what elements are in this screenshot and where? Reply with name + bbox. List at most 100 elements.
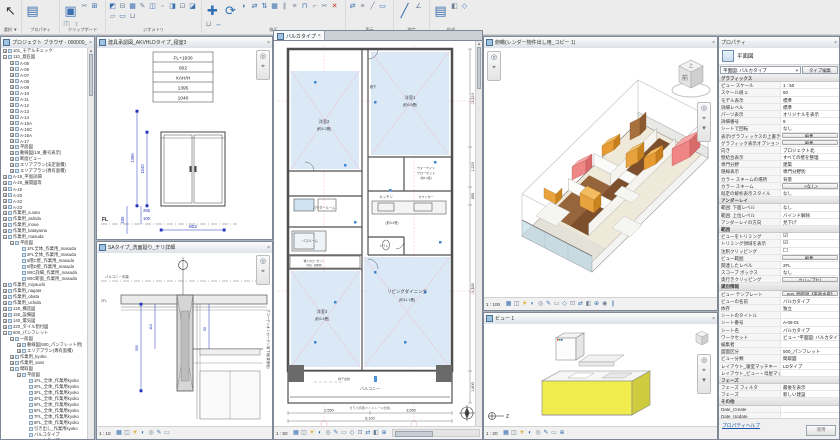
- viewbar-icon[interactable]: ✎: [545, 299, 552, 310]
- tree-expand-icon[interactable]: +: [10, 85, 14, 89]
- close-icon[interactable]: ×: [834, 38, 837, 48]
- tree-expand-icon[interactable]: +: [10, 355, 14, 359]
- split-icon[interactable]: ⌐: [310, 2, 319, 11]
- tree-expand-icon[interactable]: +: [3, 283, 7, 287]
- zoom-icon[interactable]: ⌖: [261, 267, 265, 276]
- viewbar-icon[interactable]: ☀: [519, 428, 526, 439]
- view-box-icon[interactable]: ▭: [378, 2, 387, 11]
- chevron-down-icon[interactable]: ▾: [796, 67, 798, 73]
- viewbar-icon[interactable]: ◧: [585, 299, 592, 310]
- tree-expand-icon[interactable]: +: [10, 103, 14, 107]
- trim-icon[interactable]: ⊓: [300, 2, 309, 11]
- tree-expand-icon[interactable]: +: [10, 127, 14, 131]
- elevation-canvas[interactable]: FL+1930 802 XAH/H 1395 1040 FL: [97, 48, 272, 239]
- viewcube-top-label[interactable]: 上: [688, 63, 693, 70]
- viewbar-icon[interactable]: ⇄: [577, 299, 584, 310]
- property-value[interactable]: バルカタイプ: [781, 298, 839, 304]
- base-icon[interactable]: ⊔: [128, 12, 137, 21]
- navigation-bar[interactable]: ◎ ⌖ ▾: [697, 354, 711, 394]
- tree-expand-icon[interactable]: +: [10, 67, 14, 71]
- tree-expand-icon[interactable]: +: [3, 289, 7, 293]
- tree-expand-icon[interactable]: +: [3, 313, 7, 317]
- tree-expand-icon[interactable]: −: [3, 235, 7, 239]
- paste-icon[interactable]: ▣: [62, 2, 79, 19]
- zoom-icon[interactable]: ⌖: [702, 114, 706, 123]
- navigation-bar[interactable]: ◎ ⌖: [256, 50, 270, 80]
- property-value[interactable]: なし: [781, 204, 839, 210]
- steering-wheel-icon[interactable]: ◎: [491, 53, 497, 62]
- viewbar-icon[interactable]: ◧: [373, 428, 380, 439]
- viewbar-icon[interactable]: ▦: [293, 428, 300, 439]
- tree-expand-icon[interactable]: +: [17, 343, 21, 347]
- property-value[interactable]: 新しい建設: [781, 391, 839, 397]
- measure-icon[interactable]: ╱: [396, 2, 413, 19]
- tree-expand-icon[interactable]: +: [17, 349, 21, 353]
- property-value[interactable]: LDタイプ: [781, 363, 839, 369]
- demolish-icon[interactable]: ▫: [158, 2, 167, 11]
- tree-expand-icon[interactable]: [17, 271, 21, 275]
- property-value[interactable]: 9: [781, 118, 839, 124]
- opening-icon[interactable]: ▭: [118, 12, 127, 21]
- view-scale[interactable]: 1 : 50: [276, 431, 288, 436]
- cut-geometry-icon[interactable]: ⊟: [118, 2, 127, 11]
- steering-wheel-icon[interactable]: ◎: [701, 104, 707, 113]
- property-value[interactable]: [781, 406, 839, 412]
- viewbar-icon[interactable]: ◫: [124, 428, 131, 439]
- viewbar-icon[interactable]: ⊕: [381, 428, 388, 439]
- viewbar-icon[interactable]: ◫: [511, 428, 518, 439]
- viewbar-icon[interactable]: ◫: [301, 428, 308, 439]
- tree-expand-icon[interactable]: [24, 415, 28, 419]
- tree-expand-icon[interactable]: [17, 277, 21, 281]
- tree-expand-icon[interactable]: +: [10, 97, 14, 101]
- copy-icon[interactable]: ⊞: [90, 2, 99, 11]
- tree-expand-icon[interactable]: [17, 259, 21, 263]
- viewbar-icon[interactable]: ✎: [333, 428, 340, 439]
- property-value[interactable]: 専門分野別: [781, 168, 839, 174]
- split-element-icon[interactable]: ✂: [320, 2, 329, 11]
- viewbar-icon[interactable]: ▦: [116, 428, 123, 439]
- tree-expand-icon[interactable]: +: [3, 199, 7, 203]
- zoom-icon[interactable]: ⌖: [492, 63, 496, 72]
- tree-expand-icon[interactable]: −: [10, 241, 14, 245]
- property-value[interactable]: なし: [781, 125, 839, 131]
- property-value[interactable]: バインド解除: [781, 212, 839, 218]
- close-icon[interactable]: ×: [267, 243, 270, 253]
- close-icon[interactable]: ×: [89, 38, 92, 48]
- beam-icon[interactable]: ◪: [188, 2, 197, 11]
- property-value[interactable]: <なし>: [782, 183, 838, 188]
- property-value[interactable]: 間取図: [781, 355, 839, 361]
- viewbar-icon[interactable]: ◉: [601, 299, 608, 310]
- viewcube-front-label[interactable]: 前: [682, 74, 688, 82]
- property-value[interactable]: 編集...: [782, 133, 838, 138]
- hide-icon[interactable]: ⇄: [348, 2, 357, 11]
- properties-help-link[interactable]: プロパティヘルプ: [722, 422, 760, 429]
- section-canvas[interactable]: バルコニー天端 2FL 550 110 50: [97, 253, 272, 427]
- viewbar-icon[interactable]: ◇: [561, 299, 568, 310]
- view-scale[interactable]: 1 : 10: [99, 431, 111, 436]
- viewbar-icon[interactable]: ◇: [349, 428, 356, 439]
- viewbar-icon[interactable]: ▭: [553, 299, 560, 310]
- property-value[interactable]: [781, 341, 839, 347]
- property-value[interactable]: [781, 370, 839, 376]
- type-selector-combo[interactable]: 平面図: バルカタイプ ▾: [720, 66, 801, 74]
- array-icon[interactable]: ⇅: [260, 2, 269, 11]
- split-face-icon[interactable]: ◫: [148, 2, 157, 11]
- scrollbar-thumb[interactable]: [89, 54, 93, 96]
- viewcube[interactable]: 上 前: [669, 52, 713, 100]
- tree-expand-icon[interactable]: +: [10, 133, 14, 137]
- viewbar-icon[interactable]: ☀: [309, 428, 316, 439]
- browser-scrollbar[interactable]: ▲: [87, 48, 94, 439]
- plan-canvas[interactable]: 洋室2 (約5.2畳) 洋室1 (約6.8畳) 廊下 ウォークイン クローゼット…: [274, 41, 476, 427]
- navigation-bar-secondary[interactable]: ◎ ⌖: [487, 51, 501, 81]
- plan-horizontal-scrollbar[interactable]: [392, 429, 481, 437]
- property-value[interactable]: 背景: [781, 176, 839, 182]
- viewbar-icon[interactable]: ◫: [513, 299, 520, 310]
- linework-icon[interactable]: ╱: [368, 2, 377, 11]
- viewbar-icon[interactable]: ☀: [521, 299, 528, 310]
- viewbar-icon[interactable]: ∥: [609, 299, 616, 310]
- viewbar-icon[interactable]: ⊕: [559, 428, 566, 439]
- viewbar-icon[interactable]: ⊡: [357, 428, 364, 439]
- steering-wheel-icon[interactable]: ◎: [260, 257, 266, 266]
- override-icon[interactable]: ≡: [358, 2, 367, 11]
- tree-expand-icon[interactable]: +: [3, 295, 7, 299]
